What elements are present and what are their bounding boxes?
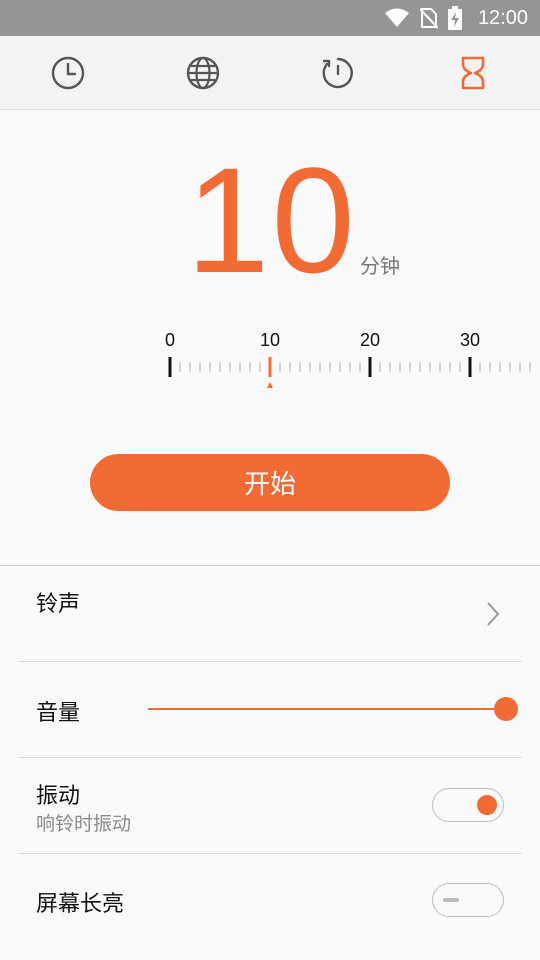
tab-stopwatch[interactable] <box>270 36 405 109</box>
screen-on-label: 屏幕长亮 <box>36 892 125 917</box>
no-sim-icon <box>419 8 438 29</box>
timer-value: 10 <box>186 136 357 304</box>
status-bar: 12:00 <box>0 0 540 36</box>
tab-world-clock[interactable] <box>135 36 270 109</box>
row-divider <box>18 853 522 854</box>
row-divider <box>18 661 522 662</box>
hourglass-icon <box>461 56 484 89</box>
timer-display: 10 分钟 <box>0 145 540 295</box>
start-button[interactable]: 开始 <box>90 454 450 511</box>
volume-slider-thumb[interactable] <box>494 697 518 721</box>
globe-icon <box>186 56 219 89</box>
ringtone-row[interactable]: 铃声 <box>0 566 540 661</box>
clock-icon <box>51 56 84 89</box>
tab-clock[interactable] <box>0 36 135 109</box>
ruler-label: 0 <box>165 330 175 350</box>
vibrate-sublabel: 响铃时振动 <box>36 813 132 835</box>
toggle-knob <box>477 795 497 815</box>
ruler-indicator-icon <box>267 382 273 388</box>
vibrate-toggle[interactable] <box>432 788 504 822</box>
status-time: 12:00 <box>477 6 528 29</box>
volume-slider-track[interactable] <box>148 708 506 710</box>
ringtone-label: 铃声 <box>36 592 81 617</box>
toggle-knob <box>443 898 459 902</box>
screen-on-toggle[interactable] <box>432 883 504 917</box>
tab-bar <box>0 36 540 110</box>
ruler-label: 30 <box>460 330 480 350</box>
stopwatch-icon <box>322 57 353 88</box>
chevron-right-icon <box>487 602 500 626</box>
battery-charging-icon <box>447 6 462 30</box>
volume-label: 音量 <box>36 701 81 726</box>
minutes-ruler-slider[interactable]: 0 10 20 30 <box>0 320 540 400</box>
vibrate-label: 振动 <box>36 784 81 809</box>
ruler-label: 10 <box>260 330 280 350</box>
timer-unit: 分钟 <box>360 254 400 278</box>
row-divider <box>18 757 522 758</box>
ruler-label: 20 <box>360 330 380 350</box>
tab-timer[interactable] <box>405 36 540 109</box>
wifi-icon <box>384 8 409 27</box>
